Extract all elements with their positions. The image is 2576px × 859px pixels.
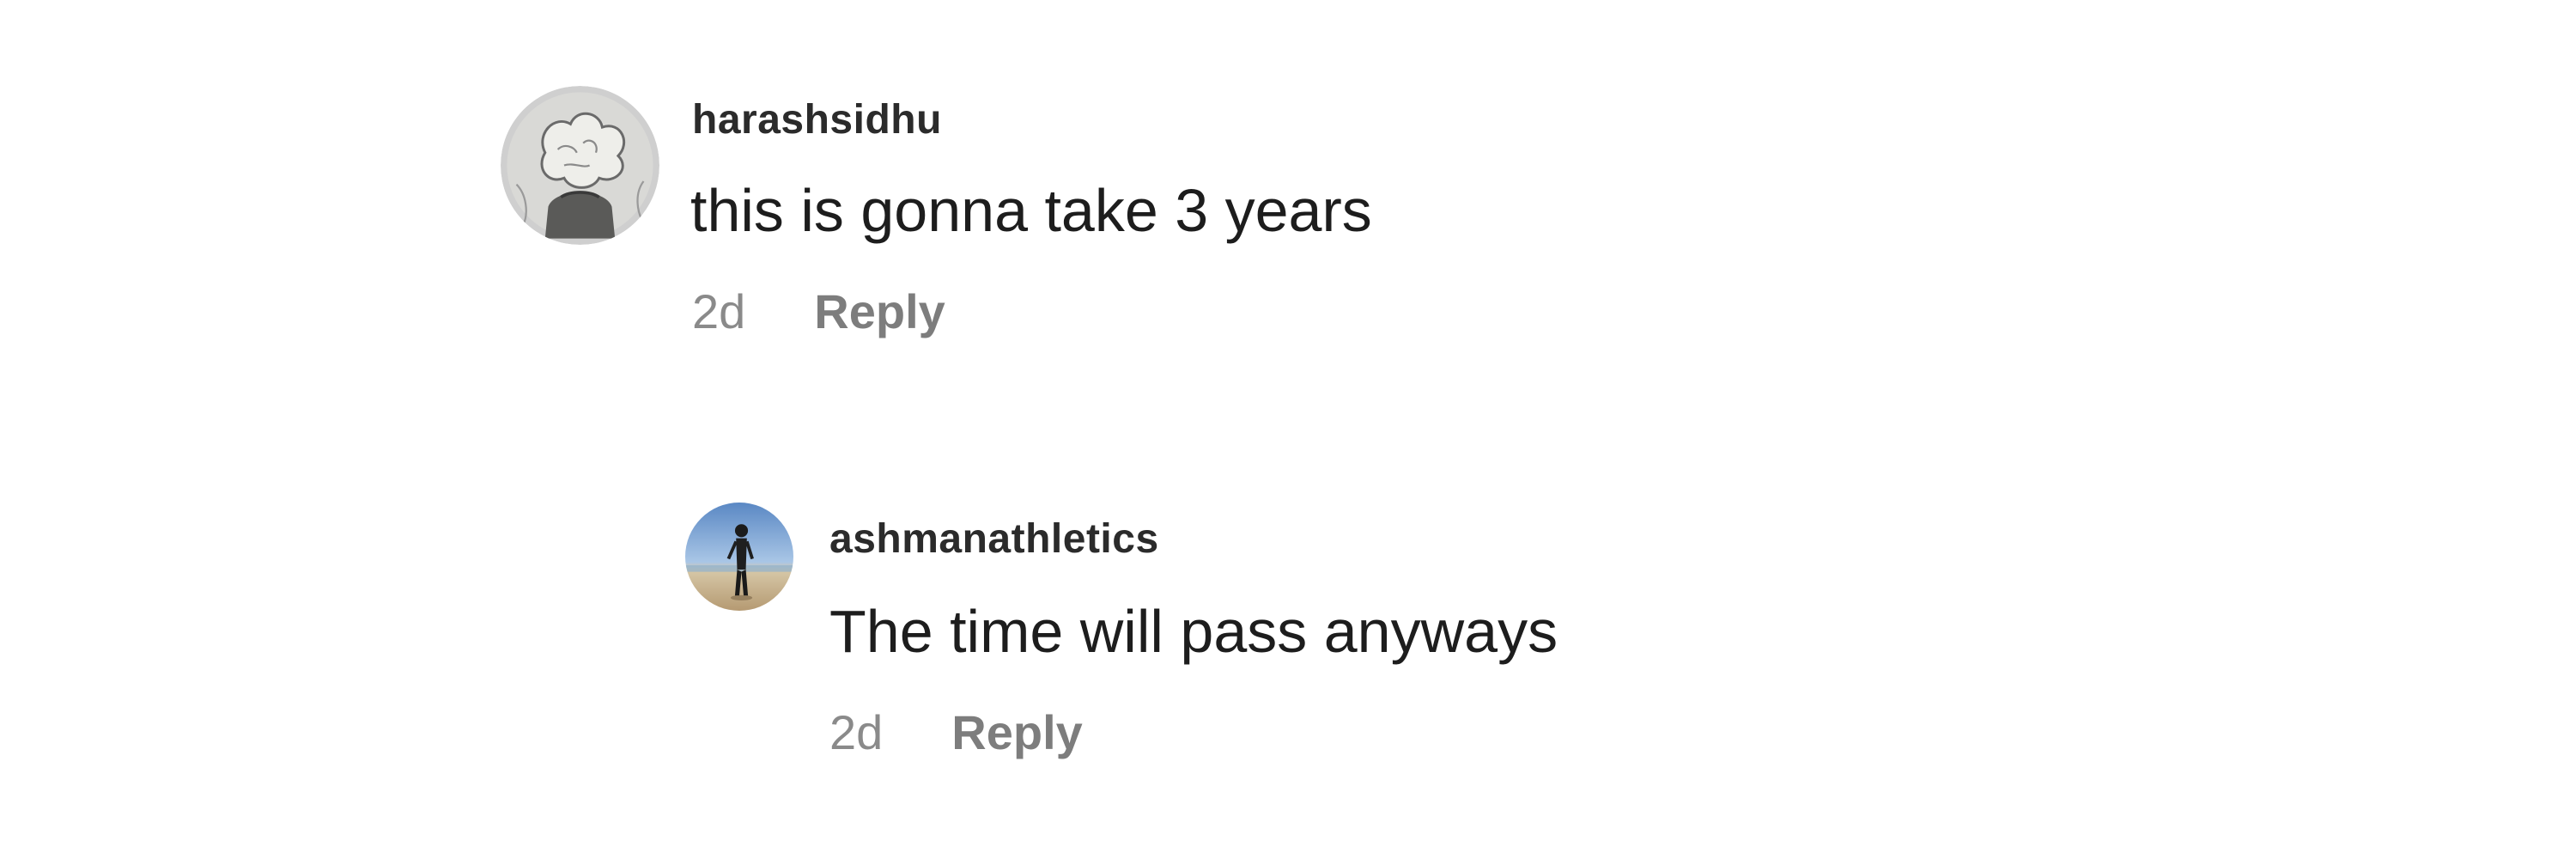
reply-button[interactable]: Reply [814,283,945,339]
comment-timestamp: 2d [829,705,884,759]
comment-meta: 2d Reply [829,704,1083,760]
avatar-sketch-icon [501,86,659,245]
comment-text: this is gonna take 3 years [690,177,1372,244]
user-avatar[interactable] [501,86,659,245]
comment-timestamp: 2d [692,284,746,338]
comment-username[interactable]: harashsidhu [692,96,942,143]
comment-meta: 2d Reply [692,283,945,339]
reply-button[interactable]: Reply [951,704,1083,760]
comment-text: The time will pass anyways [829,598,1558,665]
comment-username[interactable]: ashmanathletics [829,515,1159,563]
user-avatar[interactable] [685,503,793,611]
avatar-photo-icon [685,503,793,611]
